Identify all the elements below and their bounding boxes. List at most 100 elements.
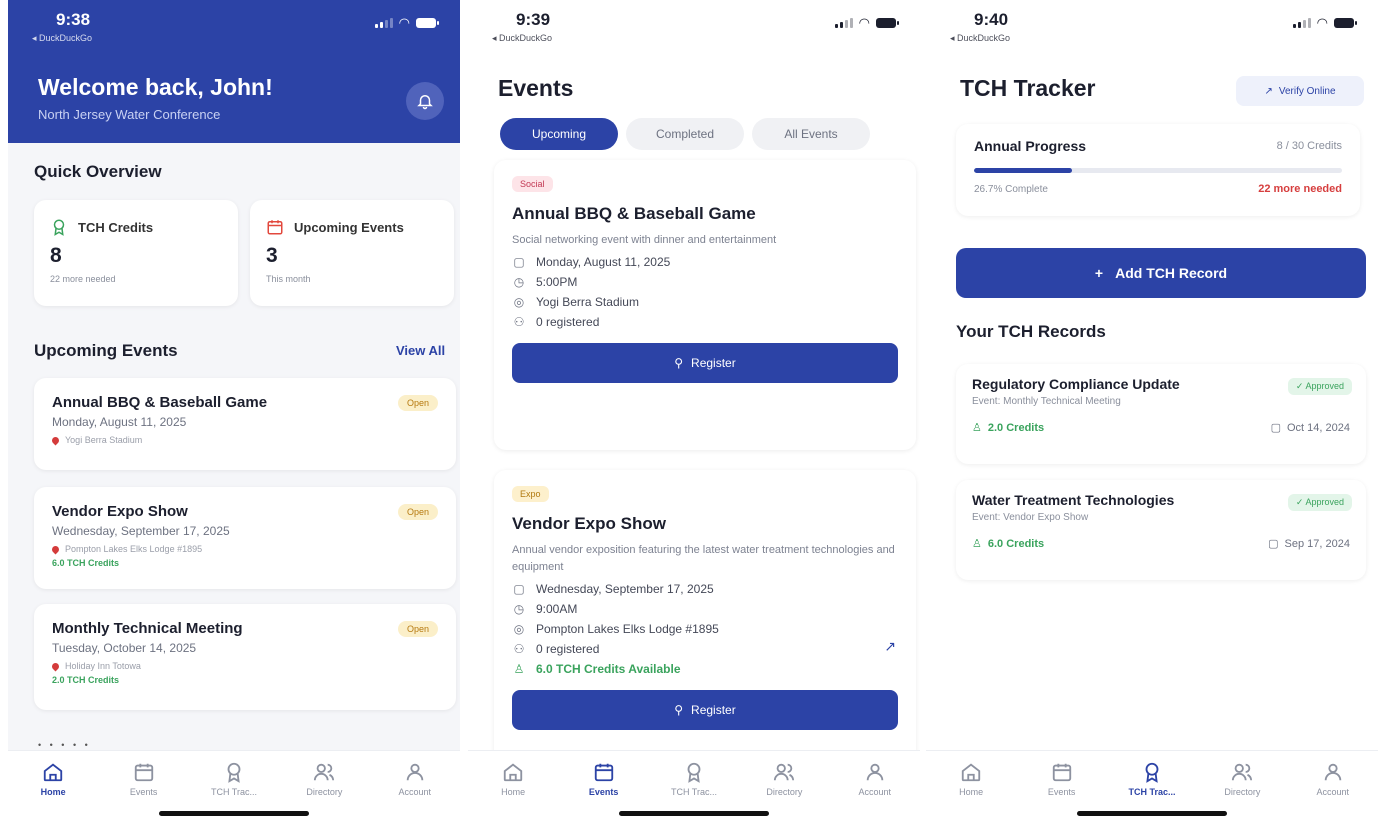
status-badge: Open (397, 621, 438, 637)
tab-label: Account (858, 787, 892, 797)
wifi-icon: ◠ (1316, 15, 1328, 30)
tab-account[interactable]: Account (1293, 761, 1373, 820)
credits-needed-text: 22 more needed (50, 274, 116, 284)
calendar-icon (267, 220, 283, 235)
location-pin-icon (50, 435, 61, 445)
tab-label: Account (1316, 787, 1350, 797)
category-badge: Social (512, 176, 553, 192)
notifications-button[interactable] (406, 82, 444, 120)
event-card[interactable]: Annual BBQ & Baseball Game Monday, Augus… (34, 378, 456, 470)
external-link-icon[interactable]: ↗ (884, 638, 896, 655)
event-date: Tuesday, October 14, 2025 (52, 641, 197, 655)
progress-percent: 26.7% Complete (974, 183, 1048, 195)
page-title: Events (498, 75, 574, 101)
award-icon (53, 219, 65, 236)
event-time: 5:00PM (536, 275, 578, 289)
registered-count: 0 registered (536, 315, 600, 329)
tab-account[interactable]: Account (835, 761, 915, 820)
tch-record-card[interactable]: Water Treatment Technologies Event: Vend… (956, 480, 1366, 580)
event-location: Holiday Inn Totowa (65, 661, 141, 671)
home-indicator (1077, 811, 1227, 816)
user-plus-icon: ⚲ (674, 703, 684, 717)
register-label: Register (691, 703, 736, 717)
filter-all-events[interactable]: All Events (752, 118, 870, 150)
tab-bar: Home Events TCH Trac... Directory Accoun… (468, 750, 920, 820)
quick-overview-title: Quick Overview (34, 162, 162, 181)
home-icon (44, 763, 63, 782)
add-tch-record-button[interactable]: + Add TCH Record (956, 248, 1366, 298)
event-description: Annual vendor exposition featuring the l… (512, 544, 895, 573)
back-to-app-link[interactable]: ◂ DuckDuckGo (950, 33, 1010, 44)
location-icon: ◎ (513, 295, 525, 309)
record-credits: 6.0 Credits (987, 537, 1045, 550)
status-icons: ◠ (374, 16, 439, 29)
progress-fill (974, 168, 1073, 173)
tab-bar: Home Events TCH Trac... Directory Accoun… (8, 750, 460, 820)
calendar-icon: ▢ (1268, 538, 1279, 550)
tab-home[interactable]: Home (473, 761, 553, 820)
user-plus-icon: ⚲ (674, 356, 684, 370)
battery-icon (1334, 17, 1357, 28)
award-icon: ♙ (972, 538, 982, 550)
register-button[interactable]: ⚲ Register (512, 690, 898, 730)
event-card[interactable]: Expo Vendor Expo Show Annual vendor expo… (494, 470, 916, 770)
tab-label: Account (398, 787, 432, 797)
status-bar: 9:39 ◂ DuckDuckGo ◠ (468, 0, 920, 48)
page-title: TCH Tracker (960, 75, 1096, 101)
status-icons: ◠ (1292, 15, 1357, 30)
tab-home[interactable]: Home (931, 761, 1011, 820)
tab-account[interactable]: Account (375, 761, 455, 820)
signal-icon (374, 17, 393, 28)
event-card[interactable]: Vendor Expo Show Wednesday, September 17… (34, 487, 456, 589)
back-to-app-link[interactable]: ◂ DuckDuckGo (492, 33, 552, 44)
battery-icon (876, 17, 899, 28)
event-card[interactable]: Monthly Technical Meeting Tuesday, Octob… (34, 604, 456, 710)
record-date: Sep 17, 2024 (1284, 537, 1350, 550)
tab-label: Events (588, 787, 619, 797)
overview-label: Upcoming Events (294, 219, 404, 235)
award-icon (227, 762, 241, 783)
record-date: Oct 14, 2024 (1287, 421, 1350, 434)
filter-upcoming[interactable]: Upcoming (500, 118, 618, 150)
records-title: Your TCH Records (956, 322, 1106, 341)
status-bar: 9:38 ◂ DuckDuckGo ◠ (8, 0, 460, 48)
back-to-app-link[interactable]: ◂ DuckDuckGo (32, 33, 92, 44)
category-badge: Expo (512, 486, 549, 502)
bell-icon (417, 95, 433, 110)
user-icon (406, 763, 423, 781)
status-badge: Open (397, 504, 438, 520)
credits-value: 8 (50, 244, 62, 267)
users-icon: ⚇ (513, 315, 525, 329)
event-date: Monday, August 11, 2025 (52, 415, 187, 429)
verify-online-button[interactable]: ↗ Verify Online (1236, 76, 1364, 106)
record-event: Event: Monthly Technical Meeting (972, 396, 1121, 407)
tab-label: Directory (766, 787, 803, 797)
status-text: Approved (1305, 497, 1344, 507)
tab-label: Directory (1224, 787, 1261, 797)
view-all-link[interactable]: View All (396, 343, 445, 358)
filter-completed[interactable]: Completed (626, 118, 744, 150)
tab-label: Home (959, 787, 984, 797)
register-button[interactable]: ⚲ Register (512, 343, 898, 383)
tab-label: Events (1047, 787, 1076, 797)
welcome-header: 9:38 ◂ DuckDuckGo ◠ Welcome back, John! … (8, 0, 460, 143)
tch-record-card[interactable]: Regulatory Compliance Update Event: Mont… (956, 364, 1366, 464)
tab-label: TCH Trac... (210, 787, 257, 797)
event-card[interactable]: Social Annual BBQ & Baseball Game Social… (494, 160, 916, 450)
upcoming-events-card[interactable]: Upcoming Events 3 This month (250, 200, 454, 306)
location-icon: ◎ (513, 622, 525, 636)
credits-needed: 22 more needed (1258, 183, 1342, 195)
battery-icon (416, 17, 439, 28)
annual-progress-card: Annual Progress 8 / 30 Credits 26.7% Com… (956, 124, 1360, 216)
award-icon (687, 762, 701, 783)
award-icon (1145, 762, 1159, 783)
event-location: Pompton Lakes Elks Lodge #1895 (536, 622, 719, 636)
tch-credits-card[interactable]: TCH Credits 8 22 more needed (34, 200, 238, 306)
calendar-icon (134, 763, 153, 782)
tab-label: Directory (306, 787, 343, 797)
progress-bar (974, 168, 1342, 173)
more-content-indicator: • • • • • (38, 740, 91, 750)
tab-home[interactable]: Home (13, 761, 93, 820)
overview-label: TCH Credits (78, 219, 154, 235)
status-badge: Open (397, 395, 438, 411)
